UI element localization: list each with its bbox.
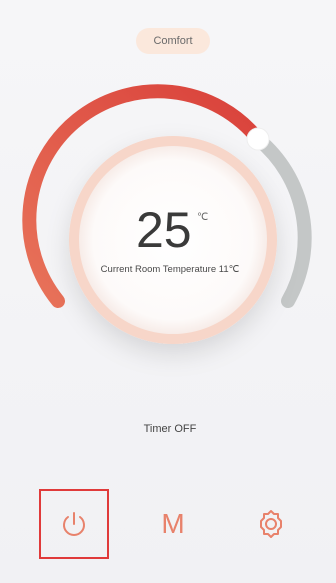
power-button[interactable] bbox=[39, 489, 109, 559]
room-temperature-label: Current Room Temperature 11℃ bbox=[100, 264, 240, 275]
set-temperature: 25 bbox=[100, 200, 250, 290]
timer-status[interactable]: Timer OFF bbox=[110, 423, 230, 435]
settings-button[interactable] bbox=[236, 489, 306, 559]
mode-button[interactable]: M bbox=[138, 489, 208, 559]
temperature-value: 25 bbox=[136, 202, 192, 258]
power-icon bbox=[63, 512, 85, 536]
mode-letter: M bbox=[161, 508, 185, 539]
temperature-unit: ℃ bbox=[197, 212, 209, 223]
settings-gear-icon bbox=[260, 510, 282, 538]
temperature-knob[interactable] bbox=[246, 127, 270, 151]
